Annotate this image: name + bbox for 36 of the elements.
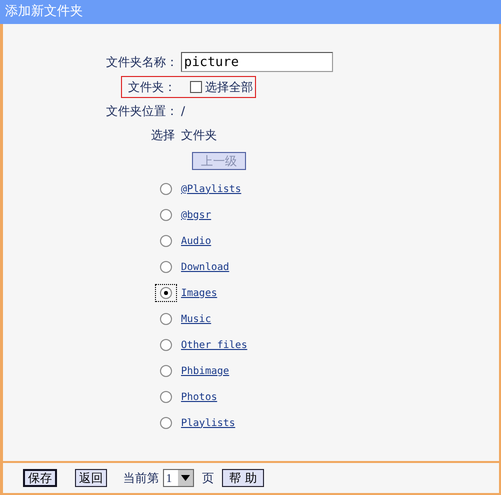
folder-link[interactable]: Download	[181, 262, 230, 272]
page-label: 页	[202, 470, 214, 486]
folder-link[interactable]: Photos	[181, 392, 218, 402]
folder-radio[interactable]	[160, 235, 172, 247]
help-button[interactable]: 帮 助	[222, 469, 264, 487]
select-all-checkbox[interactable]: 选择全部	[190, 78, 253, 96]
field-label: 文件夹位置：	[105, 102, 178, 120]
save-button[interactable]: 保存	[23, 469, 57, 487]
folder-link[interactable]: Music	[181, 314, 212, 324]
folder-link[interactable]: @Playlists	[181, 184, 242, 194]
column-header: 文件夹	[181, 126, 217, 144]
folder-radio[interactable]	[160, 391, 172, 403]
window-title: 添加新文件夹	[0, 0, 501, 24]
folder-link[interactable]: Playlists	[181, 418, 236, 428]
folder-link[interactable]: Other files	[181, 340, 248, 350]
folder-radio[interactable]	[160, 365, 172, 377]
field-label: 文件夹：	[128, 78, 176, 96]
folder-link[interactable]: Images	[181, 288, 218, 298]
dropdown-arrow-icon[interactable]	[181, 475, 190, 481]
back-button[interactable]: 返回	[75, 469, 107, 487]
folder-radio[interactable]	[160, 313, 172, 325]
folder-radio[interactable]	[160, 183, 172, 195]
folder-link[interactable]: Phbimage	[181, 366, 230, 376]
folder-radio[interactable]	[160, 417, 172, 429]
folder-radio[interactable]	[160, 209, 172, 221]
location-value: /	[181, 104, 186, 118]
column-header: 选择	[151, 126, 175, 144]
folder-radio[interactable]	[160, 339, 172, 351]
folder-radio[interactable]	[160, 261, 172, 273]
page-label: 当前第	[123, 470, 159, 486]
folder-link[interactable]: Audio	[181, 236, 212, 246]
page-select[interactable]: 1	[163, 469, 194, 487]
field-label: 文件夹名称：	[105, 54, 178, 70]
folder-radio[interactable]	[160, 287, 172, 299]
folder-link[interactable]: @bgsr	[181, 210, 212, 220]
folder-name-field[interactable]: picture	[181, 52, 333, 72]
